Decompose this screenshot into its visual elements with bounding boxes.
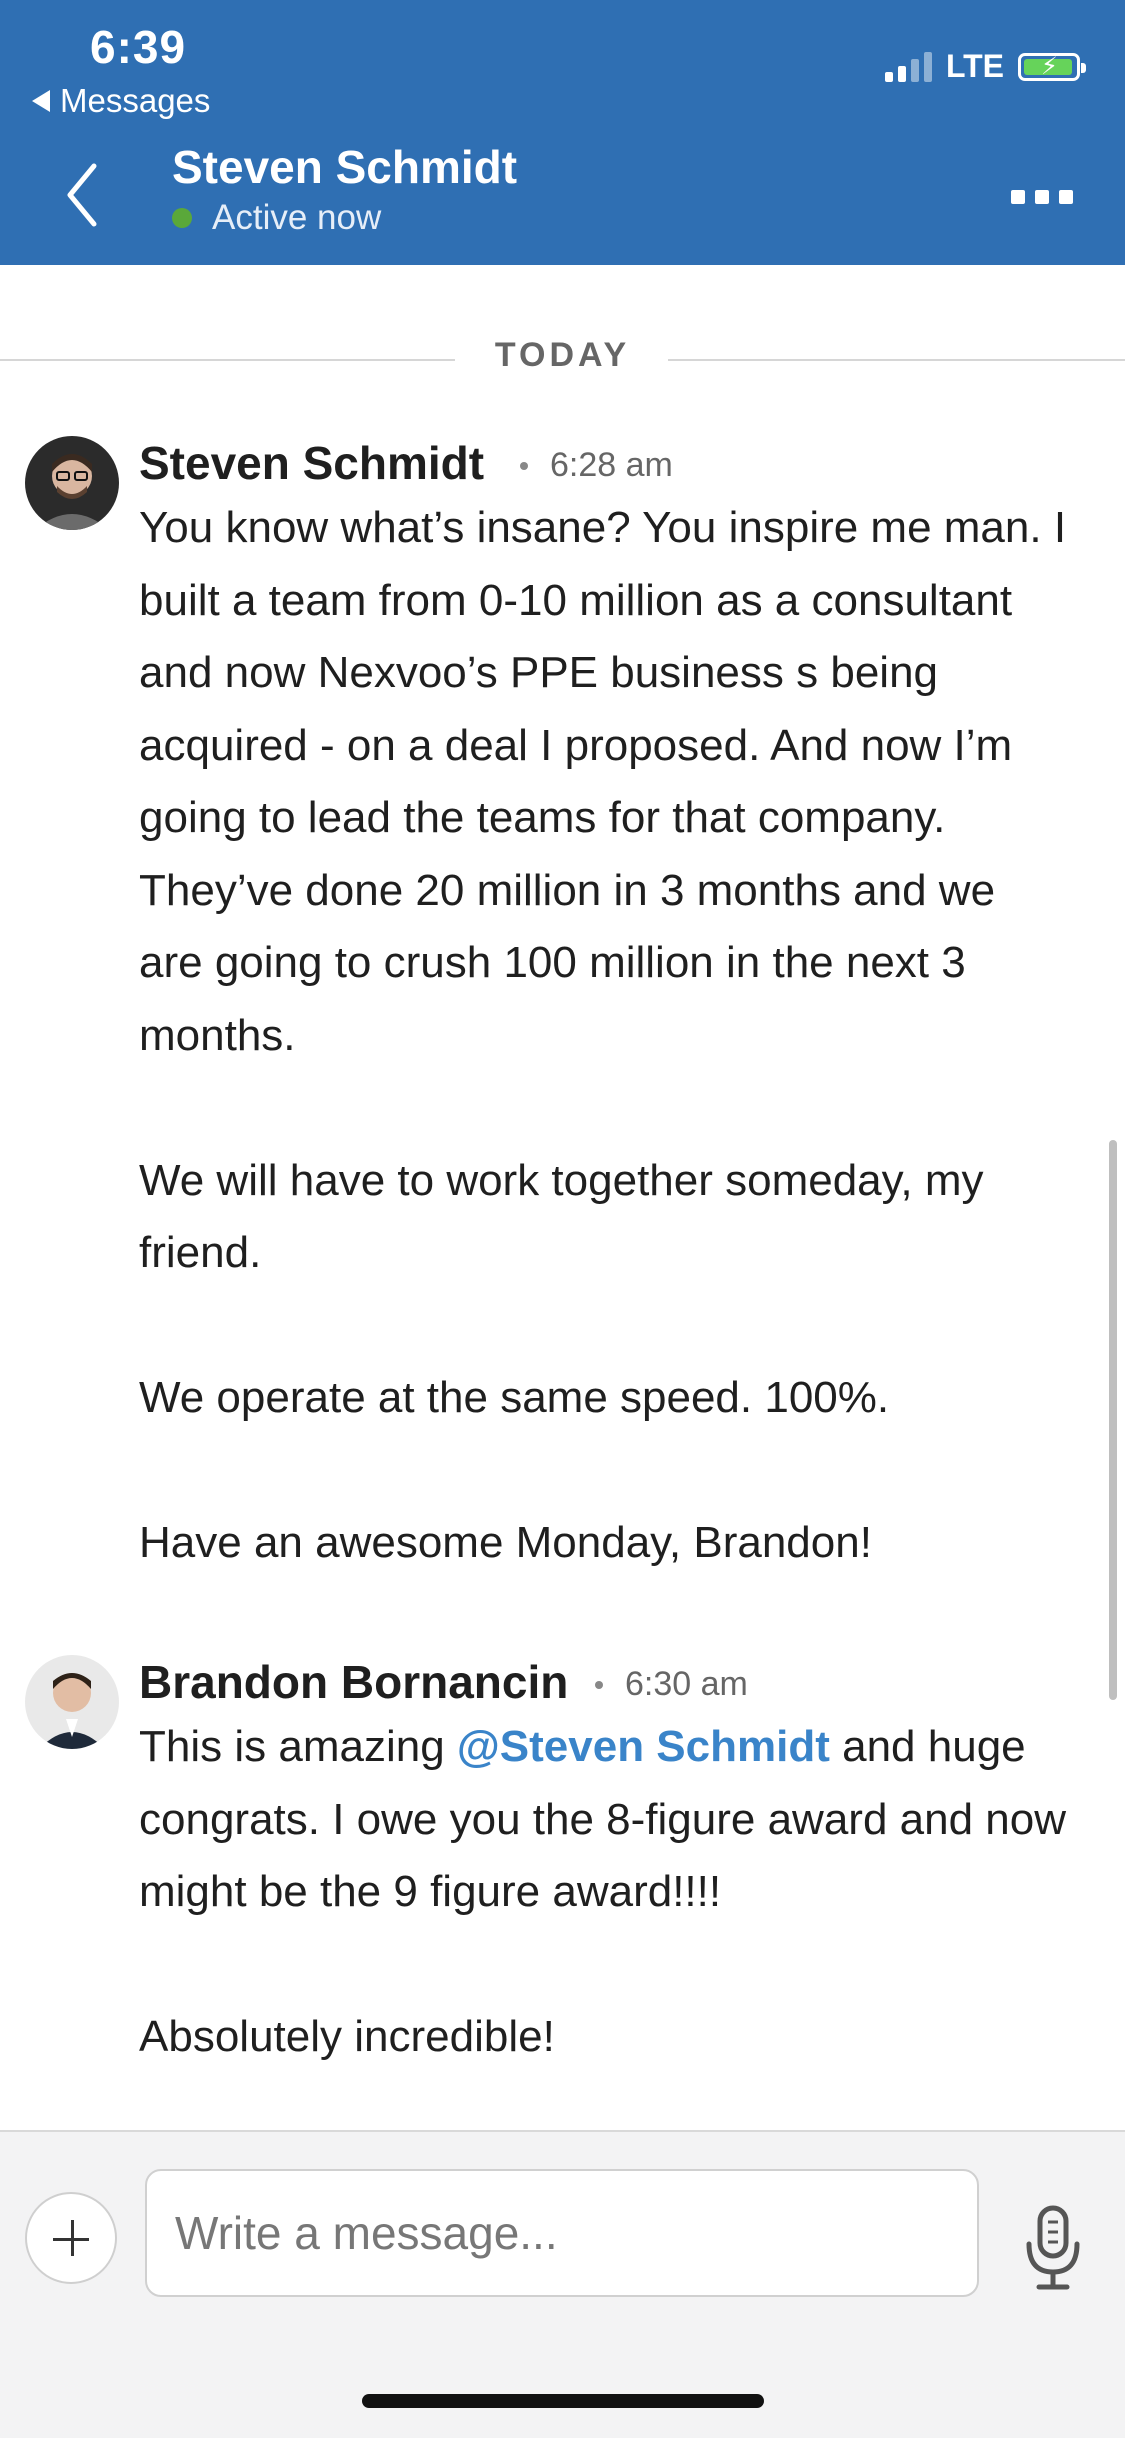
back-chevron-icon[interactable]	[62, 160, 102, 230]
message-paragraph: Have an awesome Monday, Brandon!	[139, 1518, 872, 1567]
more-icon[interactable]	[1011, 190, 1073, 204]
message-meta: 6:28 am	[520, 446, 673, 485]
back-to-messages[interactable]: Messages	[32, 82, 210, 120]
date-divider: TODAY	[0, 330, 1125, 380]
message-body: You know what’s insane? You inspire me m…	[139, 492, 1069, 1580]
mic-icon[interactable]	[1023, 2202, 1083, 2292]
scrollbar[interactable]	[1109, 1140, 1117, 1700]
avatar[interactable]	[25, 436, 119, 530]
message-time: 6:28 am	[550, 446, 673, 484]
network-label: LTE	[945, 48, 1004, 84]
message-paragraph: Absolutely incredible!	[139, 2012, 555, 2061]
message-paragraph: We operate at the same speed. 100%.	[139, 1373, 890, 1422]
message-paragraph: You know what’s insane? You inspire me m…	[139, 503, 1067, 1060]
avatar[interactable]	[25, 1655, 119, 1749]
message-paragraph: This is amazing @Steven Schmidt and huge…	[139, 1711, 1069, 1929]
presence-status: Active now	[172, 198, 381, 238]
message-text: This is amazing	[139, 1722, 457, 1771]
presence-label: Active now	[212, 198, 382, 237]
conversation-header: 6:39 Messages LTE ⚡ Steven Schmidt Activ…	[0, 0, 1125, 265]
plus-icon[interactable]	[25, 2192, 117, 2284]
message-body: This is amazing @Steven Schmidt and huge…	[139, 1711, 1069, 2074]
message-meta: 6:30 am	[595, 1665, 748, 1704]
sender-name[interactable]: Steven Schmidt	[139, 436, 484, 490]
message-time: 6:30 am	[625, 1665, 748, 1703]
separator-dot	[520, 461, 528, 470]
presence-dot-icon	[172, 208, 192, 228]
home-indicator[interactable]	[362, 2394, 764, 2408]
message-paragraph: We will have to work together someday, m…	[139, 1155, 984, 1278]
status-time: 6:39	[90, 21, 187, 73]
separator-dot	[595, 1680, 603, 1689]
back-app-label: Messages	[60, 82, 211, 119]
status-indicators: LTE ⚡	[884, 48, 1086, 85]
message-input[interactable]: Write a message...	[145, 2169, 979, 2297]
message-composer: Write a message...	[0, 2130, 1125, 2438]
mention-link[interactable]: @Steven Schmidt	[457, 1722, 830, 1771]
sender-name[interactable]: Brandon Bornancin	[139, 1655, 568, 1709]
date-divider-label: TODAY	[494, 336, 631, 374]
battery-icon: ⚡	[1018, 52, 1086, 81]
back-triangle-icon	[32, 90, 50, 112]
signal-icon	[884, 51, 932, 82]
contact-name[interactable]: Steven Schmidt	[172, 140, 517, 194]
